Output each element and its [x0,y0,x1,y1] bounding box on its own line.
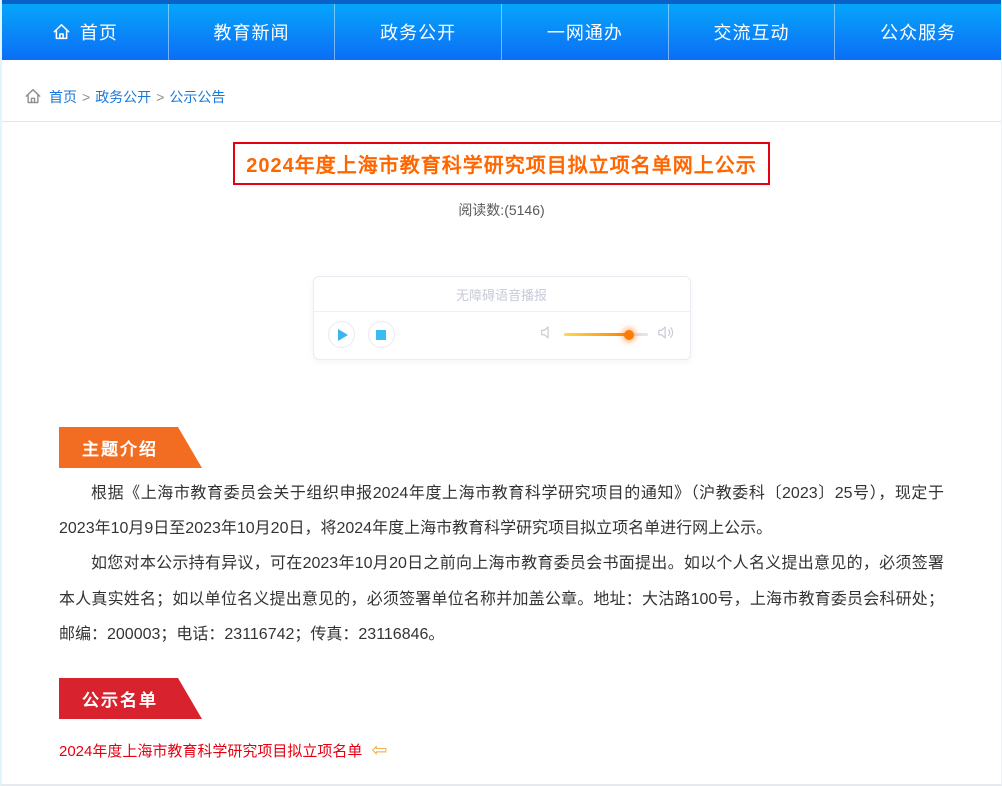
nav-item-one-stop[interactable]: 一网通办 [502,4,669,60]
stop-icon [376,330,386,340]
volume-slider-fill [564,333,630,336]
breadcrumb-link-home[interactable]: 首页 [49,87,77,107]
nav-item-gov-affairs[interactable]: 政务公开 [335,4,502,60]
breadcrumb-divider [2,121,1001,122]
article-title-row: 2024年度上海市教育科学研究项目拟立项名单网上公示 [2,142,1001,185]
nav-item-label: 教育新闻 [214,19,290,45]
speaker-high-icon [657,325,676,345]
intro-paragraph-1: 根据《上海市教育委员会关于组织申报2024年度上海市教育科学研究项目的通知》（沪… [59,476,944,546]
breadcrumb-separator: > [82,89,90,105]
nav-item-interaction[interactable]: 交流互动 [669,4,836,60]
nav-item-label: 政务公开 [380,19,456,45]
audio-player-controls [314,312,690,359]
volume-slider[interactable] [564,333,648,336]
breadcrumb-link-announcements[interactable]: 公示公告 [169,87,225,107]
nav-item-label: 交流互动 [714,19,790,45]
play-button[interactable] [328,321,355,348]
volume-control [540,325,676,345]
nav-item-label: 一网通办 [547,19,623,45]
page-title: 2024年度上海市教育科学研究项目拟立项名单网上公示 [233,142,770,185]
section-heading-intro: 主题介绍 [59,427,202,468]
volume-slider-knob[interactable] [624,330,634,340]
nav-item-home[interactable]: 首页 [2,4,169,60]
nav-item-public-service[interactable]: 公众服务 [835,4,1001,60]
read-count: 阅读数:(5146) [2,200,1001,220]
article: 2024年度上海市教育科学研究项目拟立项名单网上公示 阅读数:(5146) 无障… [2,142,1001,761]
audio-player: 无障碍语音播报 [313,276,691,360]
section-heading-list: 公示名单 [59,678,202,719]
intro-paragraph-2: 如您对本公示持有异议，可在2023年10月20日之前向上海市教育委员会书面提出。… [59,546,944,652]
speaker-low-icon [540,325,555,345]
article-body: 主题介绍 根据《上海市教育委员会关于组织申报2024年度上海市教育科学研究项目的… [2,360,1001,761]
play-icon [338,329,348,341]
breadcrumb-separator: > [156,89,164,105]
nav-item-label: 公众服务 [880,19,956,45]
list-link-row: 2024年度上海市教育科学研究项目拟立项名单 ⇦ [59,740,944,761]
nav-item-news[interactable]: 教育新闻 [169,4,336,60]
home-icon [52,22,71,41]
main-nav: 首页 教育新闻 政务公开 一网通办 交流互动 公众服务 [2,4,1001,60]
nav-item-label: 首页 [80,19,118,45]
audio-player-title: 无障碍语音播报 [314,277,690,312]
breadcrumb-home-icon [24,87,42,105]
stop-button[interactable] [368,321,395,348]
breadcrumb-link-gov-affairs[interactable]: 政务公开 [95,87,151,107]
page: 首页 教育新闻 政务公开 一网通办 交流互动 公众服务 首页 > 政务公开 > [0,0,1002,786]
intro-paragraphs: 根据《上海市教育委员会关于组织申报2024年度上海市教育科学研究项目的通知》（沪… [59,476,944,652]
project-list-link[interactable]: 2024年度上海市教育科学研究项目拟立项名单 [59,740,362,761]
back-arrow-icon: ⇦ [371,741,387,760]
breadcrumb: 首页 > 政务公开 > 公示公告 [2,60,1001,121]
